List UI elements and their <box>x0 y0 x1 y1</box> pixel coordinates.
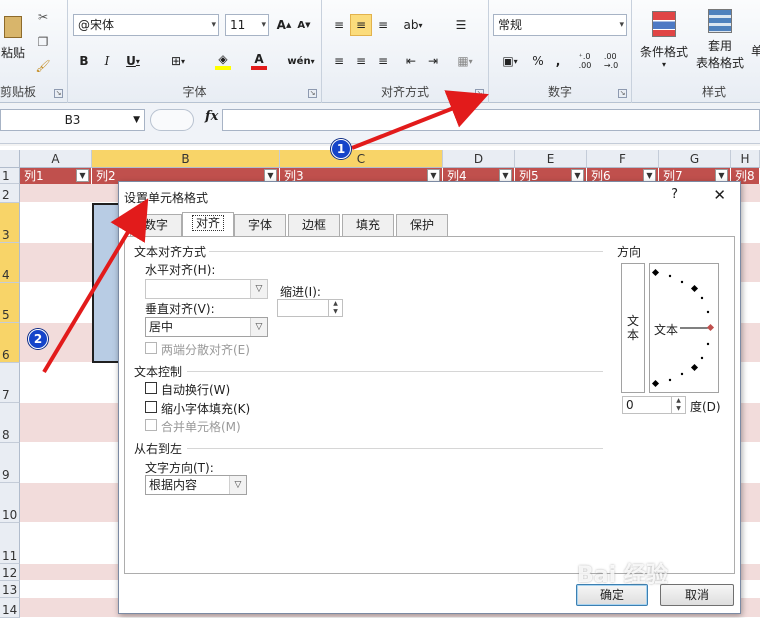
annotation-marker-1: 1 <box>331 139 351 159</box>
arrow-to-launcher <box>351 90 489 150</box>
arrow-to-alignment-tab <box>42 198 149 374</box>
annotation-marker-2: 2 <box>28 329 48 349</box>
watermark: Bai 经验 <box>577 563 668 588</box>
annotation-arrows <box>42 90 489 374</box>
